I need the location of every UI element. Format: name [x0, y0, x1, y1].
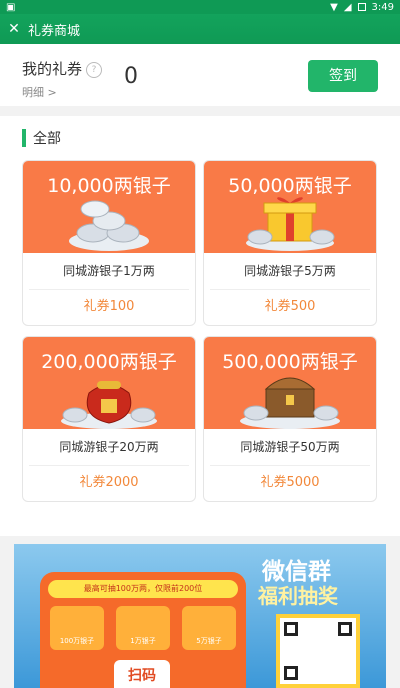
prize-tile: 100万银子	[50, 606, 104, 650]
qr-code-icon	[276, 614, 360, 688]
promo-banner[interactable]: 最高可抽100万两，仅限前200位 100万银子 1万银子 5万银子 扫码 微信…	[14, 544, 386, 688]
close-icon[interactable]: ✕	[0, 21, 28, 37]
detail-link[interactable]: 明细 >	[22, 84, 57, 100]
prize-tile-label: 100万银子	[59, 637, 95, 645]
card-price: 礼券100	[83, 299, 135, 314]
card-price: 礼券500	[264, 299, 316, 314]
signal-icon: ◢	[343, 1, 352, 13]
prize-tile: 1万银子	[116, 606, 170, 650]
treasure-chest-icon	[240, 377, 340, 429]
section-title: 全部	[22, 128, 61, 148]
product-card[interactable]: 10,000两银子 同城游银子1万两 礼券100	[22, 160, 196, 326]
card-price: 礼券2000	[79, 475, 139, 490]
prize-tile-label: 1万银子	[130, 637, 156, 645]
my-coupons-text: 我的礼券	[22, 60, 83, 78]
help-icon[interactable]: ?	[86, 62, 103, 78]
product-card[interactable]: 50,000两银子 同城游银子5万两 礼券500	[203, 160, 377, 326]
page-title: 礼券商城	[28, 23, 81, 39]
card-name: 同城游银子20万两	[29, 429, 189, 466]
banner-subtitle: 福利抽奖	[258, 584, 338, 608]
prize-panel: 最高可抽100万两，仅限前200位 100万银子 1万银子 5万银子 扫码	[40, 572, 246, 688]
card-name: 同城游银子5万两	[210, 253, 370, 290]
scan-label: 扫码	[114, 660, 170, 688]
signin-button[interactable]: 签到	[308, 60, 378, 92]
status-bar: ▣ ▼ ◢ 3:49	[0, 0, 400, 14]
prize-tile-label: 5万银子	[196, 637, 222, 645]
notification-icon: ▣	[6, 1, 16, 13]
product-list: 全部 10,000两银子 同城游银子1万两 礼券100 50,000两银子 同城…	[0, 116, 400, 536]
battery-icon	[357, 3, 366, 11]
section-title-text: 全部	[33, 131, 61, 147]
coupon-count: 0	[124, 64, 138, 89]
title-bar: ✕ 礼券商城	[0, 14, 400, 44]
product-card[interactable]: 200,000两银子 同城游银子20万两 礼券2000	[22, 336, 196, 502]
card-name: 同城游银子1万两	[29, 253, 189, 290]
silver-ingot-icon	[69, 200, 149, 251]
my-coupons-label: 我的礼券?	[22, 58, 103, 79]
prize-tile: 5万银子	[182, 606, 236, 650]
card-price: 礼券5000	[260, 475, 320, 490]
gift-box-icon	[246, 197, 335, 251]
card-banner: 10,000两银子	[23, 161, 195, 253]
card-banner: 200,000两银子	[23, 337, 195, 429]
prize-note: 最高可抽100万两，仅限前200位	[48, 580, 238, 598]
coupon-header: 我的礼券? 明细 > 0 签到	[0, 44, 400, 106]
status-time: 3:49	[371, 1, 394, 13]
card-name: 同城游银子50万两	[210, 429, 370, 466]
product-card[interactable]: 500,000两银子 同城游银子50万两 礼券5000	[203, 336, 377, 502]
card-banner: 50,000两银子	[204, 161, 376, 253]
section-marker	[22, 129, 26, 147]
money-bag-icon	[61, 381, 157, 429]
card-banner: 500,000两银子	[204, 337, 376, 429]
wifi-icon: ▼	[330, 1, 338, 13]
